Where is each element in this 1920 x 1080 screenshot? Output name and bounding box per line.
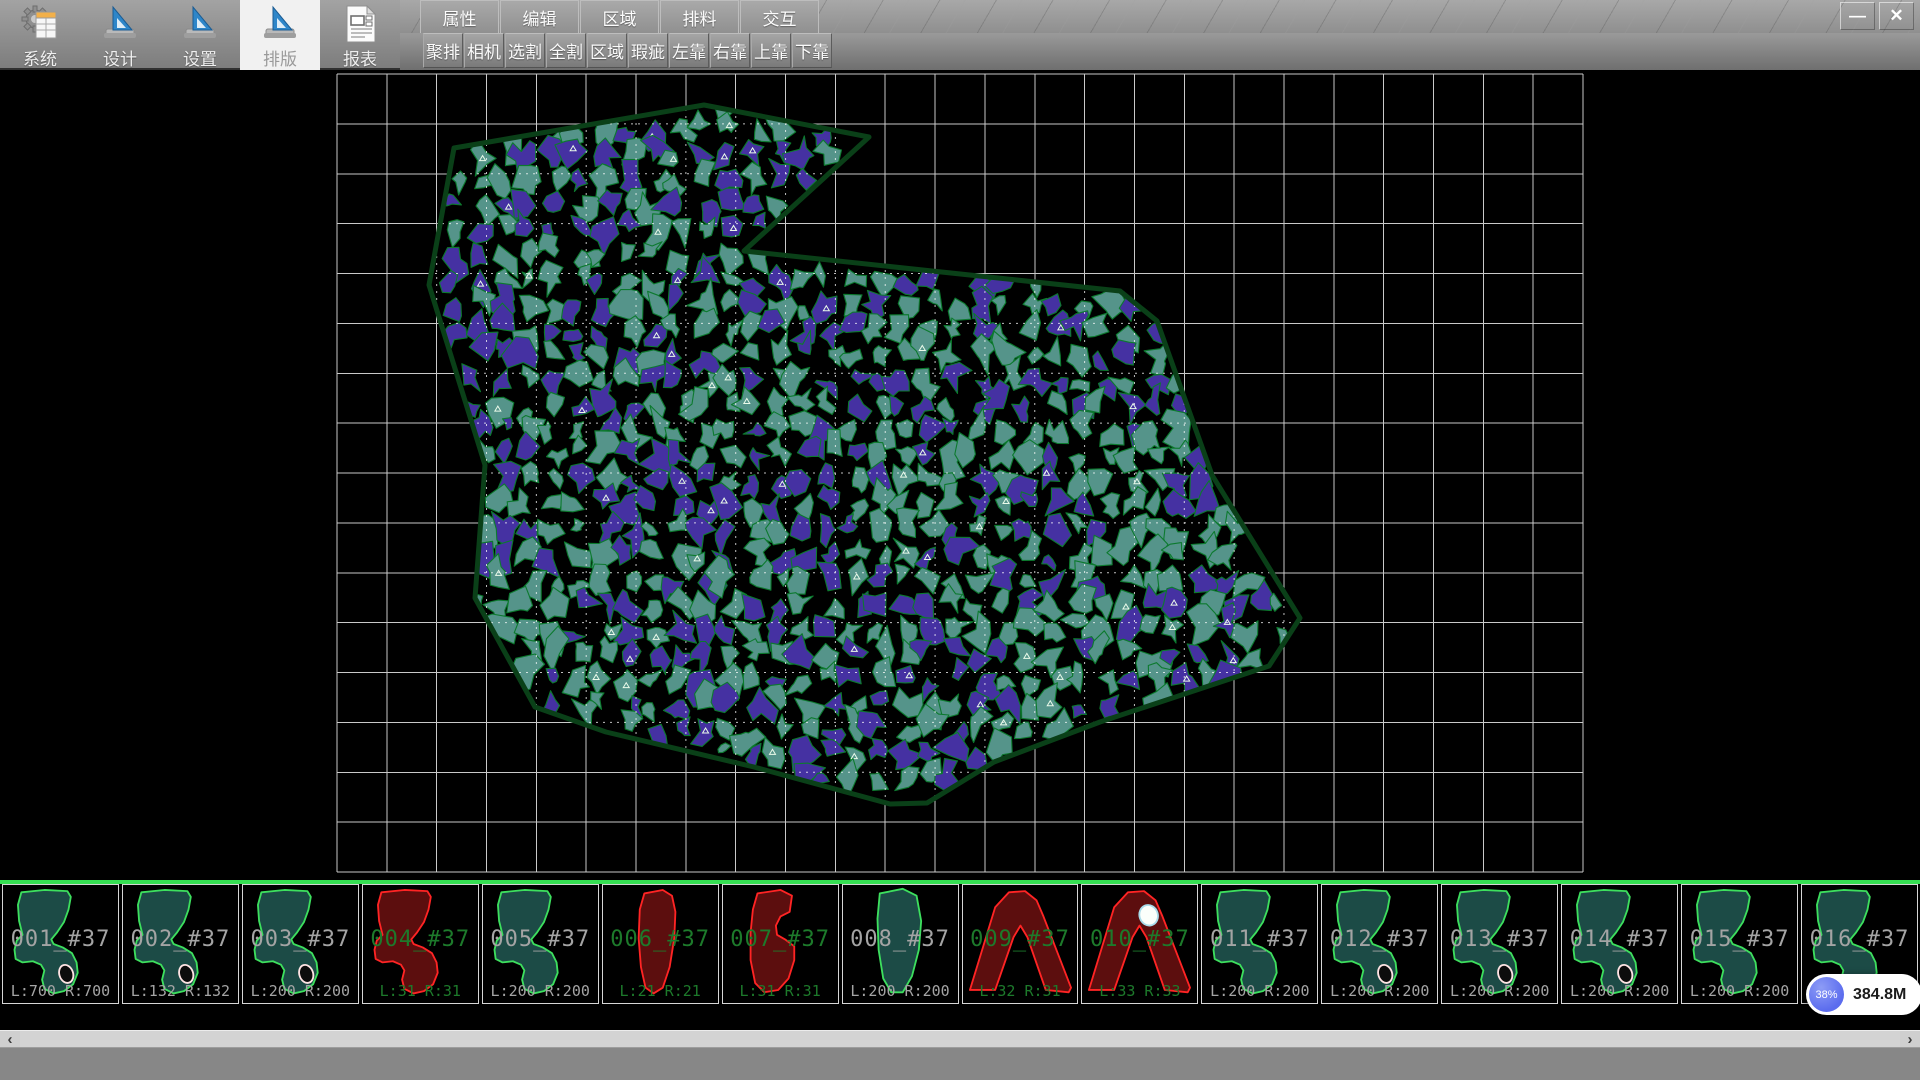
application-window: 系统 设计 设置 排版 报表 属性编辑区域排料交互 — ✕ 聚排相机选割全割区域… [0, 0, 1920, 1080]
piece-lr-count: L:31 R:31 [723, 982, 838, 1000]
nesting-canvas[interactable] [0, 70, 1920, 880]
minimize-button[interactable]: — [1840, 2, 1875, 30]
piece-label: 014_#37 [1562, 927, 1677, 952]
piece-label: 005_#37 [483, 927, 598, 952]
piece-tile-004_#37[interactable]: 004_#37 L:31 R:31 [362, 884, 479, 1004]
piece-label: 015_#37 [1682, 927, 1797, 952]
toolbar: 系统 设计 设置 排版 报表 属性编辑区域排料交互 — ✕ 聚排相机选割全割区域… [0, 0, 1920, 70]
mode-button-design[interactable]: 设计 [80, 0, 160, 70]
action-button-cluster-nest[interactable]: 聚排 [423, 33, 463, 68]
piece-lr-count: L:200 R:200 [843, 982, 958, 1000]
piece-thumbnail-strip: 001_#37 L:700 R:700 002_#37 L:132 R:132 … [0, 884, 1920, 1004]
mode-button-label: 报表 [343, 51, 377, 69]
piece-tile-003_#37[interactable]: 003_#37 L:200 R:200 [242, 884, 359, 1004]
piece-tile-015_#37[interactable]: 015_#37 L:200 R:200 [1681, 884, 1798, 1004]
piece-label: 007_#37 [723, 927, 838, 952]
piece-tile-002_#37[interactable]: 002_#37 L:132 R:132 [122, 884, 239, 1004]
action-button-select-cut[interactable]: 选割 [505, 33, 545, 68]
memory-percent-badge: 38% [1809, 977, 1844, 1012]
piece-label: 001_#37 [3, 927, 118, 952]
piece-lr-count: L:132 R:132 [123, 982, 238, 1000]
piece-tile-012_#37[interactable]: 012_#37 L:200 R:200 [1321, 884, 1438, 1004]
tab-region[interactable]: 区域 [580, 0, 659, 33]
piece-lr-count: L:200 R:200 [1682, 982, 1797, 1000]
piece-lr-count: L:21 R:21 [603, 982, 718, 1000]
titlebar: 属性编辑区域排料交互 — ✕ [400, 0, 1920, 33]
action-button-snap-right[interactable]: 右靠 [710, 33, 750, 68]
status-bar [0, 1047, 1920, 1080]
piece-tile-006_#37[interactable]: 006_#37 L:21 R:21 [602, 884, 719, 1004]
mode-button-layout[interactable]: 排版 [240, 0, 320, 70]
tab-edit[interactable]: 编辑 [500, 0, 579, 33]
action-button-defect[interactable]: 瑕疵 [628, 33, 668, 68]
action-button-camera[interactable]: 相机 [464, 33, 504, 68]
piece-lr-count: L:31 R:31 [363, 982, 478, 1000]
piece-lr-count: L:200 R:200 [1442, 982, 1557, 1000]
horizontal-scrollbar[interactable]: ‹ › [0, 1030, 1920, 1047]
piece-lr-count: L:33 R:33 [1082, 982, 1197, 1000]
piece-tile-005_#37[interactable]: 005_#37 L:200 R:200 [482, 884, 599, 1004]
piece-lr-count: L:200 R:200 [243, 982, 358, 1000]
gear-table-icon [19, 3, 61, 50]
ruler-icon [179, 3, 221, 50]
window-controls: — ✕ [1840, 2, 1914, 30]
piece-label: 013_#37 [1442, 927, 1557, 952]
menu-tabs: 属性编辑区域排料交互 [420, 0, 820, 33]
piece-label: 016_#37 [1802, 927, 1917, 952]
piece-lr-count: L:200 R:200 [1562, 982, 1677, 1000]
piece-label: 006_#37 [603, 927, 718, 952]
piece-tile-014_#37[interactable]: 014_#37 L:200 R:200 [1561, 884, 1678, 1004]
ruler-icon [259, 3, 301, 50]
piece-label: 003_#37 [243, 927, 358, 952]
piece-label: 011_#37 [1202, 927, 1317, 952]
mode-button-label: 系统 [23, 51, 57, 69]
action-button-cut-all[interactable]: 全割 [546, 33, 586, 68]
tab-nesting[interactable]: 排料 [660, 0, 739, 33]
action-button-region[interactable]: 区域 [587, 33, 627, 68]
piece-tile-001_#37[interactable]: 001_#37 L:700 R:700 [2, 884, 119, 1004]
scroll-left-icon[interactable]: ‹ [0, 1031, 20, 1048]
piece-label: 009_#37 [963, 927, 1078, 952]
piece-label: 012_#37 [1322, 927, 1437, 952]
memory-value: 384.8M [1853, 986, 1906, 1004]
piece-lr-count: L:32 R:31 [963, 982, 1078, 1000]
piece-tile-008_#37[interactable]: 008_#37 L:200 R:200 [842, 884, 959, 1004]
piece-label: 008_#37 [843, 927, 958, 952]
action-button-row: 聚排相机选割全割区域瑕疵左靠右靠上靠下靠 [400, 33, 1920, 70]
mode-button-system[interactable]: 系统 [0, 0, 80, 70]
piece-label: 010_#37 [1082, 927, 1197, 952]
ruler-icon [99, 3, 141, 50]
tab-interact[interactable]: 交互 [740, 0, 819, 33]
piece-label: 002_#37 [123, 927, 238, 952]
report-doc-icon [339, 3, 381, 50]
piece-lr-count: L:200 R:200 [1322, 982, 1437, 1000]
mode-button-label: 设置 [183, 51, 217, 69]
piece-lr-count: L:200 R:200 [1202, 982, 1317, 1000]
piece-label: 004_#37 [363, 927, 478, 952]
main-mode-buttons: 系统 设计 设置 排版 报表 [0, 0, 400, 70]
piece-tile-007_#37[interactable]: 007_#37 L:31 R:31 [722, 884, 839, 1004]
piece-tile-010_#37[interactable]: 010_#37 L:33 R:33 [1081, 884, 1198, 1004]
nesting-drawing [0, 70, 1920, 880]
scroll-right-icon[interactable]: › [1900, 1031, 1920, 1048]
piece-tile-013_#37[interactable]: 013_#37 L:200 R:200 [1441, 884, 1558, 1004]
mode-button-label: 排版 [263, 51, 297, 69]
action-button-snap-top[interactable]: 上靠 [751, 33, 791, 68]
mode-button-settings[interactable]: 设置 [160, 0, 240, 70]
action-button-snap-left[interactable]: 左靠 [669, 33, 709, 68]
piece-lr-count: L:700 R:700 [3, 982, 118, 1000]
mode-button-report[interactable]: 报表 [320, 0, 400, 70]
tab-properties[interactable]: 属性 [420, 0, 499, 33]
piece-tile-011_#37[interactable]: 011_#37 L:200 R:200 [1201, 884, 1318, 1004]
close-button[interactable]: ✕ [1879, 2, 1914, 30]
memory-indicator[interactable]: 38% 384.8M [1806, 974, 1920, 1015]
action-button-snap-bottom[interactable]: 下靠 [792, 33, 832, 68]
piece-tile-009_#37[interactable]: 009_#37 L:32 R:31 [962, 884, 1079, 1004]
mode-button-label: 设计 [103, 51, 137, 69]
piece-lr-count: L:200 R:200 [483, 982, 598, 1000]
